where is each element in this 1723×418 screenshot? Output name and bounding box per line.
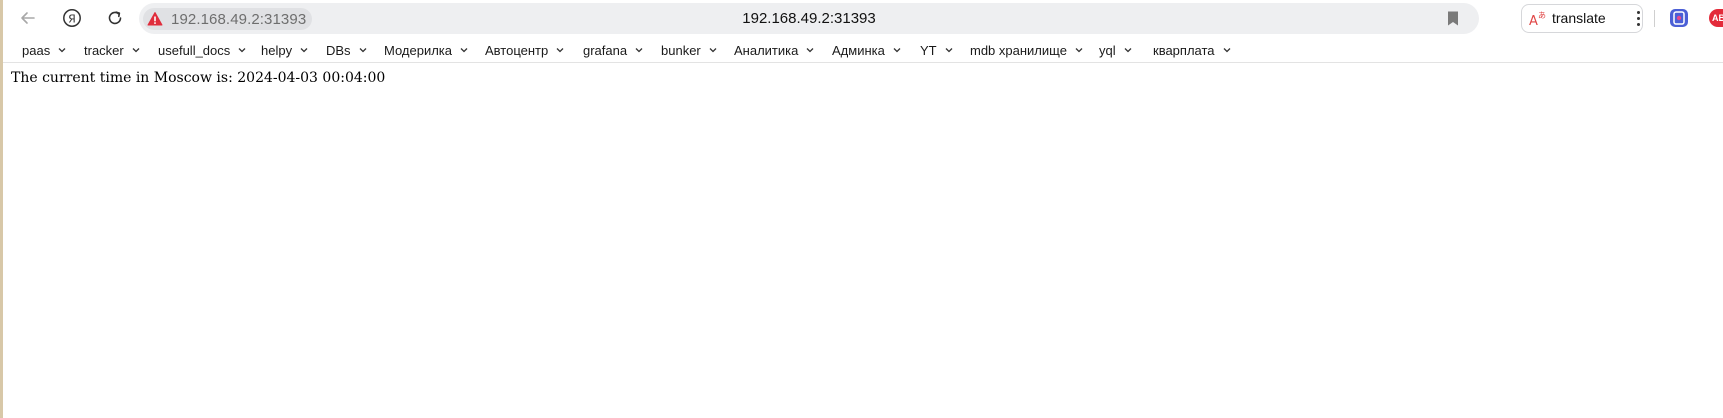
chevron-down-icon [945, 48, 953, 53]
bookmark-folder-label: tracker [84, 42, 124, 58]
bookmark-folder-grafana[interactable]: grafana [583, 38, 644, 62]
chevron-down-icon [238, 48, 246, 53]
bookmark-folder-label: Модерилка [384, 42, 453, 58]
bookmark-folder-label: yql [1099, 42, 1116, 58]
bookmark-icon[interactable] [1445, 10, 1461, 27]
translate-icon: Aあ [1528, 9, 1548, 29]
bookmark-folder-dbs[interactable]: DBs [326, 38, 368, 62]
adblock-extension-icon[interactable]: AB [1709, 9, 1723, 27]
back-arrow-icon [19, 9, 37, 27]
svg-text:Я: Я [68, 12, 76, 25]
address-bar[interactable]: 192.168.49.2:31393 192.168.49.2:31393 [139, 3, 1479, 34]
bookmark-folder-adminka[interactable]: Админка [832, 38, 902, 62]
chevron-down-icon [132, 48, 140, 53]
bookmark-folder-tracker[interactable]: tracker [84, 38, 141, 62]
bookmark-folder-yt[interactable]: YT [920, 38, 954, 62]
back-button[interactable] [14, 4, 42, 32]
chevron-down-icon [300, 48, 308, 53]
bookmark-folder-avtocentr[interactable]: Автоцентр [485, 38, 565, 62]
bookmark-folder-analitika[interactable]: Аналитика [734, 38, 815, 62]
page-address-title: 192.168.49.2:31393 [742, 10, 876, 27]
yandex-logo-icon: Я [62, 8, 82, 28]
reload-icon [106, 9, 124, 27]
yandex-home-button[interactable]: Я [58, 4, 86, 32]
chevron-down-icon [1124, 48, 1132, 53]
bookmark-folder-label: Админка [832, 42, 885, 58]
chevron-down-icon [709, 48, 717, 53]
bookmark-folder-label: bunker [661, 42, 701, 58]
chevron-down-icon [556, 48, 564, 53]
translate-label: translate [1552, 10, 1606, 26]
chevron-down-icon [806, 48, 814, 53]
moscow-time-text: The current time in Moscow is: 2024-04-0… [11, 70, 386, 86]
bookmark-folder-yql[interactable]: yql [1099, 38, 1133, 62]
reload-button[interactable] [101, 4, 129, 32]
bookmark-folder-label: grafana [583, 42, 628, 58]
bookmark-folder-usefull-docs[interactable]: usefull_docs [158, 38, 247, 62]
chevron-down-icon [460, 48, 468, 53]
svg-text:あ: あ [1538, 11, 1546, 20]
bookmark-folder-label: usefull_docs [158, 42, 231, 58]
extension-icon[interactable] [1669, 8, 1689, 28]
bookmark-folder-label: Аналитика [734, 42, 799, 58]
bookmark-folder-label: helpy [261, 42, 293, 58]
translate-button[interactable]: Aあ translate [1521, 4, 1643, 33]
chevron-down-icon [1223, 48, 1230, 53]
bookmark-folder-bunker[interactable]: bunker [661, 38, 718, 62]
bookmark-folder-label: Автоцентр [485, 42, 549, 58]
svg-text:A: A [1529, 14, 1538, 29]
chevron-down-icon [893, 48, 901, 53]
bookmark-folder-label: DBs [326, 42, 351, 58]
bookmark-folder-helpy[interactable]: helpy [261, 38, 309, 62]
site-host-label: 192.168.49.2:31393 [171, 10, 307, 28]
site-info-badge[interactable]: 192.168.49.2:31393 [143, 8, 313, 30]
bookmarks-bar: paas tracker usefull_docs helpy DBs Моде… [3, 38, 1723, 62]
bookmark-folder-paas[interactable]: paas [22, 38, 67, 62]
toolbar-divider [1654, 10, 1655, 27]
bookmark-folder-kvarplata[interactable]: кварплата [1153, 38, 1232, 62]
toolbar-divider-line [3, 62, 1723, 63]
chevron-down-icon [635, 48, 643, 53]
kebab-menu-icon[interactable] [1633, 8, 1643, 28]
chevron-down-icon [359, 48, 367, 53]
browser-toolbar: Я 192.168.49.2:31393 192.168.49.2:31393 … [3, 0, 1723, 36]
warning-icon [147, 11, 163, 27]
bookmark-folder-label: кварплата [1153, 42, 1215, 58]
bookmark-folder-label: paas [22, 42, 51, 58]
bookmark-folder-mdb-storage[interactable]: mdb хранилище [970, 38, 1084, 62]
bookmark-folder-moderilka[interactable]: Модерилка [384, 38, 469, 62]
chevron-down-icon [1075, 48, 1083, 53]
bookmark-folder-label: YT [920, 42, 937, 58]
bookmark-folder-label: mdb хранилище [970, 42, 1067, 58]
chevron-down-icon [58, 48, 66, 53]
